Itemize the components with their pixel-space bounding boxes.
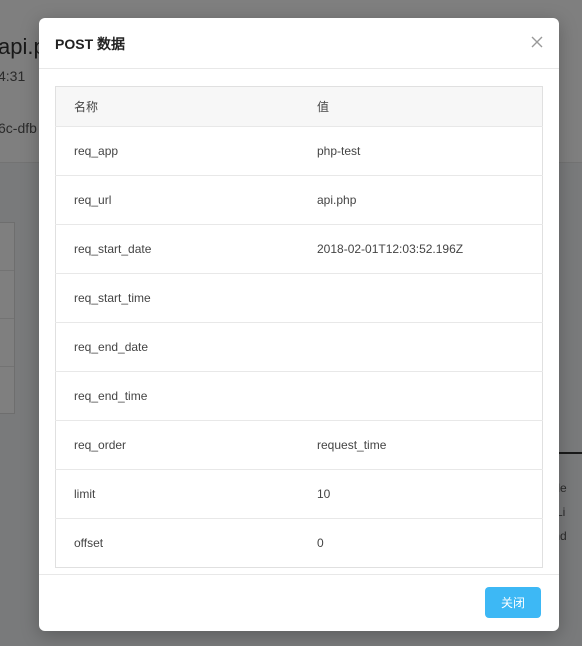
column-header-name: 名称 xyxy=(55,86,299,127)
row-value xyxy=(299,371,543,421)
table-header-row: 名称 值 xyxy=(55,86,543,127)
modal-title: POST 数据 xyxy=(55,36,126,52)
modal-header: POST 数据 xyxy=(39,18,559,69)
row-name: req_url xyxy=(55,175,299,225)
row-value: request_time xyxy=(299,420,543,470)
row-name: req_start_date xyxy=(55,224,299,274)
table-row: req_start_time xyxy=(55,273,543,323)
row-value: php-test xyxy=(299,126,543,176)
row-value: api.php xyxy=(299,175,543,225)
row-name: req_end_time xyxy=(55,371,299,421)
table-row: limit 10 xyxy=(55,469,543,519)
row-value xyxy=(299,322,543,372)
post-data-modal: POST 数据 名称 值 req_app php-test req_url ap… xyxy=(39,18,559,631)
close-button[interactable]: 关闭 xyxy=(485,587,541,618)
table-row: req_end_time xyxy=(55,371,543,421)
modal-body: 名称 值 req_app php-test req_url api.php re… xyxy=(39,69,559,568)
table-row: req_order request_time xyxy=(55,420,543,470)
row-name: req_order xyxy=(55,420,299,470)
table-row: offset 0 xyxy=(56,519,543,568)
row-value: 2018-02-01T12:03:52.196Z xyxy=(299,224,543,274)
column-header-value: 值 xyxy=(299,86,543,127)
table-row: req_app php-test xyxy=(55,126,543,176)
modal-footer: 关闭 xyxy=(39,574,559,631)
row-value xyxy=(299,273,543,323)
row-name: req_app xyxy=(55,126,299,176)
row-value: 0 xyxy=(317,536,324,550)
row-name: limit xyxy=(55,469,299,519)
table-row: req_end_date xyxy=(55,322,543,372)
post-data-table: 名称 值 req_app php-test req_url api.php re… xyxy=(55,86,543,568)
table-row: req_start_date 2018-02-01T12:03:52.196Z xyxy=(55,224,543,274)
table-row: req_url api.php xyxy=(55,175,543,225)
row-name: req_start_time xyxy=(55,273,299,323)
row-name: offset xyxy=(74,536,104,550)
close-icon[interactable] xyxy=(529,34,545,50)
row-name: req_end_date xyxy=(55,322,299,372)
row-value: 10 xyxy=(299,469,543,519)
